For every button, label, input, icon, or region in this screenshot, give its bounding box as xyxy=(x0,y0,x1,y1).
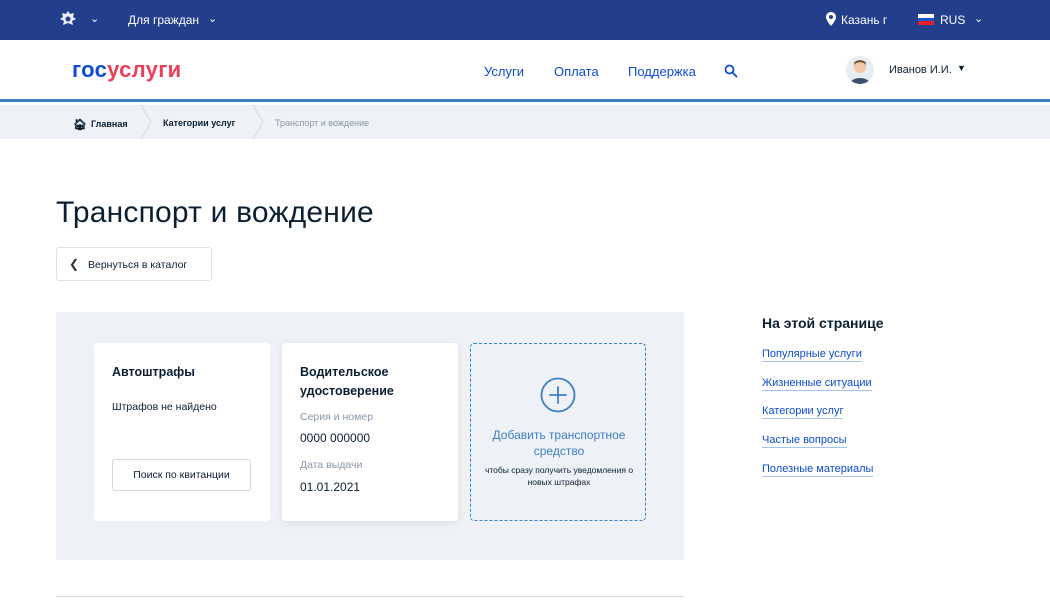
logo-part-gos: гос xyxy=(72,57,108,82)
license-issue-value: 01.01.2021 xyxy=(300,480,361,494)
city-selector[interactable]: Казань г xyxy=(841,13,887,27)
page-title: Транспорт и вождение xyxy=(56,196,374,229)
emblem-icon[interactable] xyxy=(58,9,78,29)
user-name[interactable]: Иванов И.И. xyxy=(889,64,952,76)
gosuslugi-logo[interactable]: госуслуги xyxy=(72,57,182,83)
sidebar-link-faq[interactable]: Частые вопросы xyxy=(762,434,847,448)
audience-selector[interactable]: Для граждан xyxy=(128,13,199,27)
avatar[interactable] xyxy=(846,56,874,84)
home-icon: 🏠︎ xyxy=(73,119,87,131)
breadcrumb: 🏠︎ Главная Категории услуг Транспорт и во… xyxy=(0,105,1050,139)
fines-status: Штрафов не найдено xyxy=(112,401,217,413)
chevron-down-icon[interactable]: ⌄ xyxy=(974,12,983,25)
top-bar: ⌄ Для граждан ⌄ Казань г RUS ⌄ xyxy=(0,0,1050,40)
add-vehicle-title: Добавить транспортное средство xyxy=(492,428,626,458)
search-by-receipt-button[interactable]: Поиск по квитанции xyxy=(112,459,251,491)
language-selector[interactable]: RUS xyxy=(940,13,965,27)
search-icon[interactable] xyxy=(724,64,738,78)
breadcrumb-separator xyxy=(252,105,264,139)
license-number-label: Серия и номер xyxy=(300,411,374,423)
section-divider xyxy=(56,596,684,597)
nav-services[interactable]: Услуги xyxy=(484,64,524,79)
add-vehicle-subtitle: чтобы сразу получить уведомления о новых… xyxy=(484,465,634,487)
breadcrumb-home-label: Главная xyxy=(90,119,128,129)
breadcrumb-categories[interactable]: Категории услуг xyxy=(163,118,235,128)
fines-card[interactable]: Автоштрафы Штрафов не найдено Поиск по к… xyxy=(94,343,270,521)
nav-support[interactable]: Поддержка xyxy=(628,64,696,79)
fines-card-title: Автоштрафы xyxy=(112,365,195,379)
chevron-down-icon[interactable]: ⌄ xyxy=(208,12,217,25)
main-header: госуслуги Услуги Оплата Поддержка Иванов… xyxy=(0,40,1050,102)
back-to-catalog-button[interactable]: ❮ Вернуться в каталог xyxy=(56,247,212,281)
flag-ru-icon xyxy=(918,14,934,25)
on-this-page-title: На этой странице xyxy=(762,315,884,331)
driver-license-card[interactable]: Водительское удостоверение Серия и номер… xyxy=(282,343,458,521)
sidebar-link-service-categories[interactable]: Категории услуг xyxy=(762,405,844,419)
license-card-title: Водительское удостоверение xyxy=(300,365,394,398)
chevron-down-icon[interactable]: ⌄ xyxy=(90,12,99,25)
location-pin-icon xyxy=(826,12,836,26)
transport-cards-panel: Автоштрафы Штрафов не найдено Поиск по к… xyxy=(56,312,684,560)
back-button-label: Вернуться в каталог xyxy=(88,259,188,271)
license-issue-label: Дата выдачи xyxy=(300,459,363,471)
sidebar-link-useful-materials[interactable]: Полезные материалы xyxy=(762,463,874,477)
sidebar-link-popular-services[interactable]: Популярные услуги xyxy=(762,348,862,362)
breadcrumb-home[interactable]: 🏠︎ Главная xyxy=(73,118,128,131)
breadcrumb-current: Транспорт и вождение xyxy=(275,118,370,128)
chevron-left-icon: ❮ xyxy=(69,257,80,271)
sidebar-link-life-situations[interactable]: Жизненные ситуации xyxy=(762,377,872,391)
nav-payment[interactable]: Оплата xyxy=(554,64,599,79)
breadcrumb-separator xyxy=(140,105,152,139)
add-vehicle-card[interactable]: Добавить транспортное средство чтобы сра… xyxy=(470,343,646,521)
license-number-value: 0000 000000 xyxy=(300,431,371,445)
plus-circle-icon xyxy=(540,377,576,413)
logo-part-uslugi: услуги xyxy=(107,57,182,82)
caret-down-icon[interactable]: ▼ xyxy=(957,63,966,73)
